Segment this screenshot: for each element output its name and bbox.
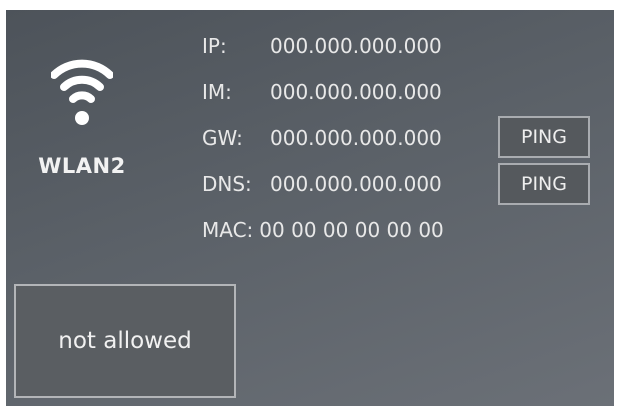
interface-block: WLAN2 (22, 52, 142, 178)
im-row: IM: 000.000.000.000 (202, 72, 442, 112)
mac-row: MAC: 00 00 00 00 00 00 (202, 210, 444, 250)
gw-value: 000.000.000.000 (270, 126, 442, 150)
gw-row: GW: 000.000.000.000 (202, 118, 442, 158)
ping-gateway-button[interactable]: PING (498, 116, 590, 158)
ip-value: 000.000.000.000 (270, 34, 442, 58)
interface-name: WLAN2 (38, 154, 126, 178)
dns-row: DNS: 000.000.000.000 (202, 164, 442, 204)
ping-dns-button[interactable]: PING (498, 163, 590, 205)
im-value: 000.000.000.000 (270, 80, 442, 104)
ip-row: IP: 000.000.000.000 (202, 26, 442, 66)
dns-value: 000.000.000.000 (270, 172, 442, 196)
dns-label: DNS: (202, 172, 252, 196)
ip-label: IP: (202, 34, 227, 58)
mac-value: 00 00 00 00 00 00 (259, 218, 444, 242)
mac-label: MAC: (202, 218, 254, 242)
screen: WLAN2 IP: 000.000.000.000 IM: 000.000.000.… (0, 0, 620, 408)
wifi-icon (51, 59, 113, 125)
network-panel: WLAN2 IP: 000.000.000.000 IM: 000.000.000.… (6, 10, 614, 406)
im-label: IM: (202, 80, 232, 104)
gw-label: GW: (202, 126, 243, 150)
not-allowed-button[interactable]: not allowed (14, 284, 236, 398)
